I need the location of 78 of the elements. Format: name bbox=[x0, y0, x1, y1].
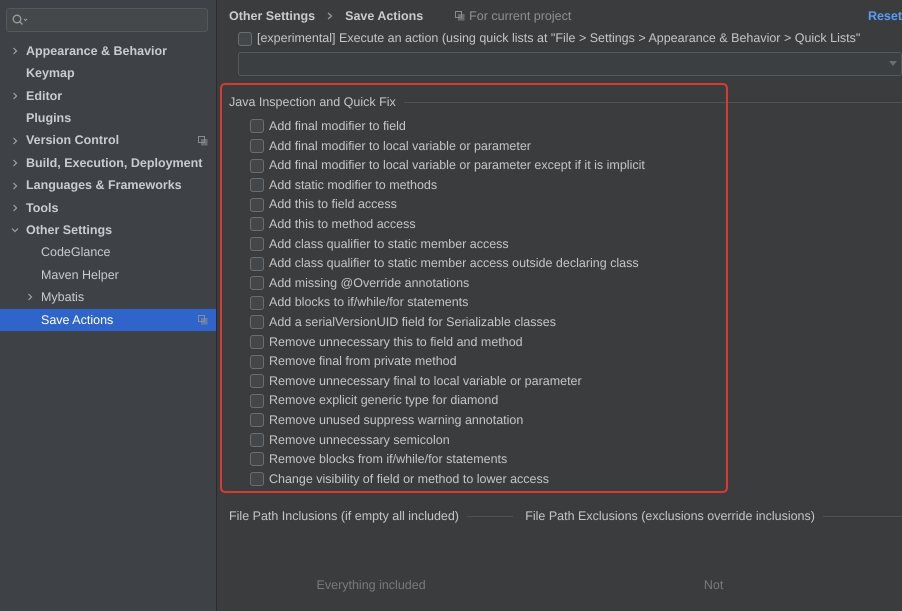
breadcrumb-item[interactable]: Save Actions bbox=[345, 6, 424, 26]
checkbox[interactable] bbox=[250, 158, 264, 173]
checkbox[interactable] bbox=[250, 138, 264, 153]
checkbox[interactable] bbox=[250, 296, 264, 310]
chevron-right-icon[interactable] bbox=[11, 182, 19, 190]
copy-icon bbox=[198, 315, 208, 326]
checkbox[interactable] bbox=[250, 119, 264, 134]
option-label: Add this to method access bbox=[269, 216, 416, 233]
chevron-right-icon[interactable] bbox=[11, 136, 19, 145]
option-label: Add class qualifier to static member access outside declaring class bbox=[269, 255, 639, 272]
checkbox[interactable] bbox=[250, 217, 264, 232]
tree-item[interactable]: Maven Helper bbox=[0, 264, 216, 286]
empty-list-text: Not bbox=[702, 576, 724, 594]
chevron-down-icon[interactable] bbox=[11, 226, 19, 234]
chevron-right-icon[interactable] bbox=[11, 204, 19, 212]
option-label: Remove explicit generic type for diamond bbox=[269, 392, 498, 410]
option-label: Add this to field access bbox=[269, 196, 397, 214]
option-label: Change visibility of field or method to lower access bbox=[269, 470, 549, 488]
tree-item[interactable]: CodeGlance bbox=[0, 242, 216, 264]
option-label: Add final modifier to field bbox=[269, 118, 406, 136]
option-label: [experimental] Execute an action (using quick lists at "File > Settings > Appearance & Behavior > Quick Lists" bbox=[257, 30, 860, 48]
checkbox[interactable] bbox=[250, 413, 264, 428]
checkbox[interactable] bbox=[250, 394, 264, 408]
checkbox[interactable] bbox=[238, 32, 252, 46]
chevron-right-icon[interactable] bbox=[11, 47, 19, 56]
option-label: Remove unnecessary semicolon bbox=[269, 432, 450, 449]
action-dropdown[interactable] bbox=[238, 52, 902, 76]
inclusions-title: File Path Inclusions (if empty all included) bbox=[229, 508, 459, 525]
option-label: Add missing @Override annotations bbox=[269, 274, 470, 292]
option-label: Add final modifier to local variable or parameter bbox=[269, 138, 531, 155]
tree-item[interactable]: Keymap bbox=[0, 62, 216, 85]
tree-item[interactable]: Version Control bbox=[0, 130, 216, 152]
tree-item[interactable]: Mybatis bbox=[0, 286, 216, 309]
breadcrumb-item[interactable]: Other Settings bbox=[229, 6, 316, 26]
checkbox[interactable] bbox=[250, 452, 264, 466]
checkbox[interactable] bbox=[250, 354, 264, 369]
copy-icon bbox=[198, 136, 208, 146]
option-label: Add static modifier to methods bbox=[269, 176, 438, 194]
checkbox[interactable] bbox=[250, 315, 264, 330]
tree-item[interactable]: Languages & Frameworks bbox=[0, 174, 216, 197]
reset-link[interactable]: Reset bbox=[868, 6, 902, 26]
tree-item[interactable]: Editor bbox=[0, 84, 216, 108]
checkbox[interactable] bbox=[250, 472, 264, 486]
option-label: Add blocks to if/while/for statements bbox=[269, 294, 468, 312]
scope-label: For current project bbox=[469, 8, 572, 25]
caret-icon bbox=[889, 61, 897, 66]
tree-item[interactable]: Save Actions bbox=[0, 308, 216, 332]
checkbox[interactable] bbox=[250, 198, 264, 212]
copy-icon bbox=[455, 11, 466, 21]
option-label: Remove final from private method bbox=[269, 353, 457, 370]
tree-item[interactable]: Plugins bbox=[0, 107, 216, 130]
search-field[interactable] bbox=[6, 8, 208, 32]
section-title: Java Inspection and Quick Fix bbox=[229, 94, 396, 112]
search-icon bbox=[12, 14, 28, 26]
tree-item[interactable]: Tools bbox=[0, 196, 216, 220]
tree-item[interactable]: Build, Execution, Deployment bbox=[0, 152, 216, 174]
option-label: Add a serialVersionUID field for Serializable classes bbox=[269, 314, 556, 331]
checkbox[interactable] bbox=[250, 432, 264, 447]
checkbox[interactable] bbox=[250, 256, 264, 271]
tree-item[interactable]: Other Settings bbox=[0, 219, 216, 242]
checkbox[interactable] bbox=[250, 374, 264, 388]
tree-item[interactable]: Appearance & Behavior bbox=[0, 40, 216, 62]
chevron-right-icon[interactable] bbox=[11, 159, 19, 168]
checkbox[interactable] bbox=[250, 334, 264, 349]
checkbox[interactable] bbox=[250, 178, 264, 192]
option-label: Remove blocks from if/while/for statements bbox=[269, 451, 508, 468]
exclusions-title: File Path Exclusions (exclusions override inclusions) bbox=[525, 508, 815, 525]
option-label: Add final modifier to local variable or parameter except if it is implicit bbox=[269, 157, 645, 174]
option-label: Remove unused suppress warning annotation bbox=[269, 412, 524, 429]
chevron-right-icon[interactable] bbox=[11, 92, 19, 100]
empty-list-text: Everything included bbox=[316, 576, 427, 594]
checkbox[interactable] bbox=[250, 276, 264, 290]
chevron-right-icon bbox=[327, 12, 334, 20]
option-label: Remove unnecessary final to local variable or parameter bbox=[269, 372, 582, 390]
option-label: Add class qualifier to static member access bbox=[269, 236, 509, 253]
option-label: Remove unnecessary this to field and method bbox=[269, 334, 523, 351]
checkbox[interactable] bbox=[250, 236, 264, 251]
chevron-right-icon[interactable] bbox=[26, 293, 34, 302]
